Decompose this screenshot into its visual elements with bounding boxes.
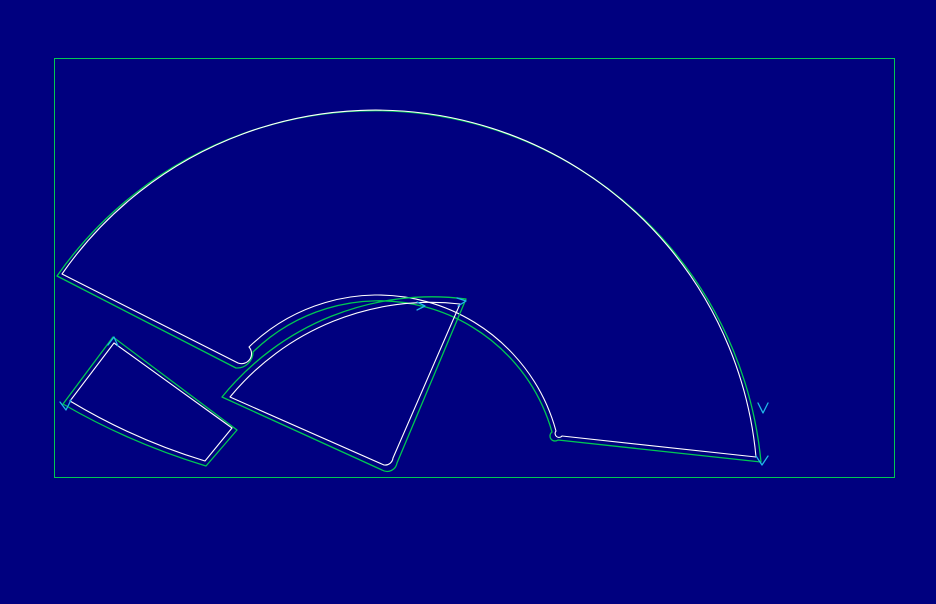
cutting-layout-canvas [0,0,936,604]
canvas-background [0,0,936,604]
